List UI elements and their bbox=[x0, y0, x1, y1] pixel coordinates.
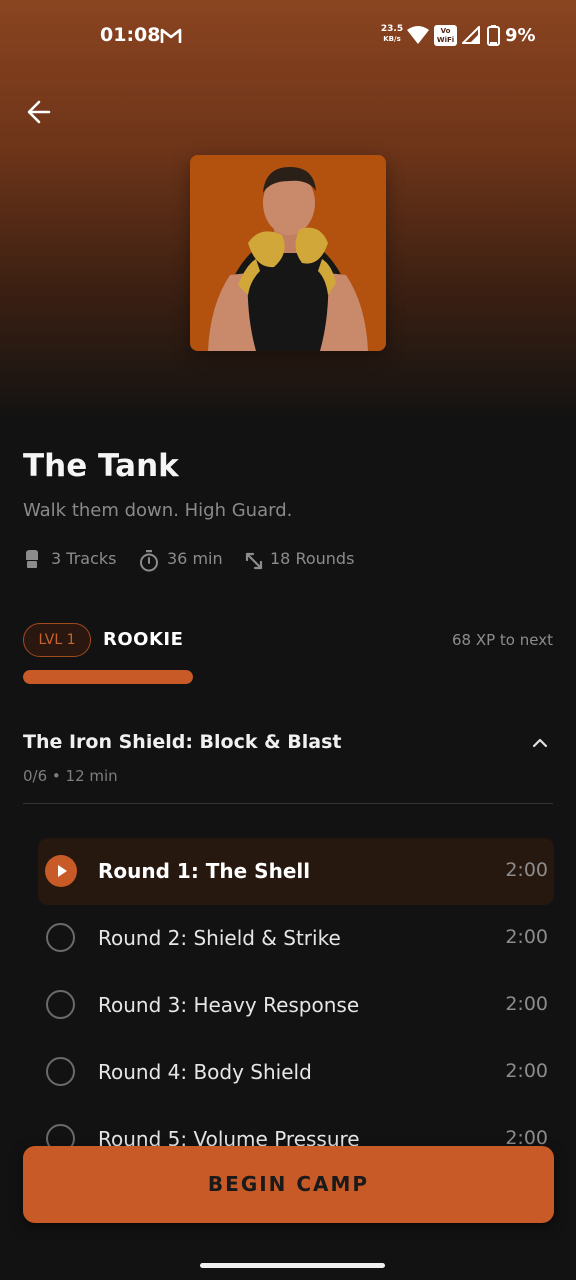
expand-arrows-icon bbox=[245, 552, 263, 570]
status-time: 01:08 bbox=[100, 24, 161, 46]
round-status-circle-icon[interactable] bbox=[46, 990, 75, 1019]
timer-icon bbox=[140, 550, 158, 572]
level-progress-bar bbox=[23, 670, 193, 684]
round-label: Round 5: Volume Pressure bbox=[98, 1127, 360, 1148]
round-status-circle-icon[interactable] bbox=[46, 1124, 75, 1148]
play-icon[interactable] bbox=[45, 855, 77, 887]
chevron-up-icon[interactable] bbox=[530, 733, 550, 753]
network-speed-value: 23.5 bbox=[380, 24, 404, 34]
camp-title: The Tank bbox=[23, 448, 179, 484]
round-duration: 2:00 bbox=[505, 859, 548, 881]
round-duration: 2:00 bbox=[505, 926, 548, 948]
round-item[interactable]: Round 1: The Shell 2:00 bbox=[38, 838, 554, 905]
round-item[interactable]: Round 3: Heavy Response 2:00 bbox=[38, 972, 554, 1039]
stat-duration-label: 36 min bbox=[167, 549, 223, 568]
round-item[interactable]: Round 4: Body Shield 2:00 bbox=[38, 1039, 554, 1106]
level-progress-fill bbox=[23, 670, 193, 684]
round-label: Round 2: Shield & Strike bbox=[98, 926, 341, 950]
round-list: Round 1: The Shell 2:00 Round 2: Shield & … bbox=[38, 838, 554, 1148]
round-item[interactable]: Round 2: Shield & Strike 2:00 bbox=[38, 905, 554, 972]
gmail-icon bbox=[160, 28, 182, 43]
round-item[interactable]: Round 5: Volume Pressure 2:00 bbox=[38, 1106, 554, 1148]
vowifi-line1: Vo bbox=[440, 27, 451, 35]
section-title: The Iron Shield: Block & Blast bbox=[23, 731, 342, 753]
section-meta: 0/6 • 12 min bbox=[23, 767, 118, 785]
signal-icon bbox=[462, 26, 480, 44]
begin-camp-button[interactable]: BEGIN CAMP bbox=[23, 1146, 554, 1223]
round-status-circle-icon[interactable] bbox=[46, 923, 75, 952]
network-speed-unit: KB/s bbox=[383, 35, 401, 43]
stat-rounds-label: 18 Rounds bbox=[270, 549, 355, 568]
battery-icon bbox=[487, 25, 500, 46]
camp-cover-image bbox=[190, 155, 386, 351]
vowifi-line2: WiFi bbox=[436, 36, 455, 44]
section-divider bbox=[23, 803, 553, 804]
rank-label: ROOKIE bbox=[103, 629, 184, 650]
vowifi-icon: Vo WiFi bbox=[434, 25, 457, 46]
wifi-icon bbox=[407, 26, 429, 44]
network-speed: 23.5 KB/s bbox=[376, 24, 408, 44]
home-indicator[interactable] bbox=[200, 1263, 385, 1268]
round-label: Round 4: Body Shield bbox=[98, 1060, 312, 1084]
back-arrow-icon[interactable] bbox=[22, 94, 58, 130]
round-duration: 2:00 bbox=[505, 1127, 548, 1148]
xp-to-next: 68 XP to next bbox=[451, 631, 553, 649]
glove-icon bbox=[26, 550, 38, 568]
round-status-circle-icon[interactable] bbox=[46, 1057, 75, 1086]
stat-tracks-label: 3 Tracks bbox=[51, 549, 117, 568]
level-badge: LVL 1 bbox=[23, 623, 91, 657]
camp-subtitle: Walk them down. High Guard. bbox=[23, 500, 293, 521]
status-bar: 01:08 23.5 KB/s Vo WiFi 9% bbox=[0, 0, 576, 72]
round-duration: 2:00 bbox=[505, 1060, 548, 1082]
round-label: Round 3: Heavy Response bbox=[98, 993, 360, 1017]
round-duration: 2:00 bbox=[505, 993, 548, 1015]
boxer-illustration bbox=[190, 155, 386, 351]
round-label: Round 1: The Shell bbox=[98, 859, 311, 883]
battery-percentage: 9% bbox=[505, 25, 536, 46]
